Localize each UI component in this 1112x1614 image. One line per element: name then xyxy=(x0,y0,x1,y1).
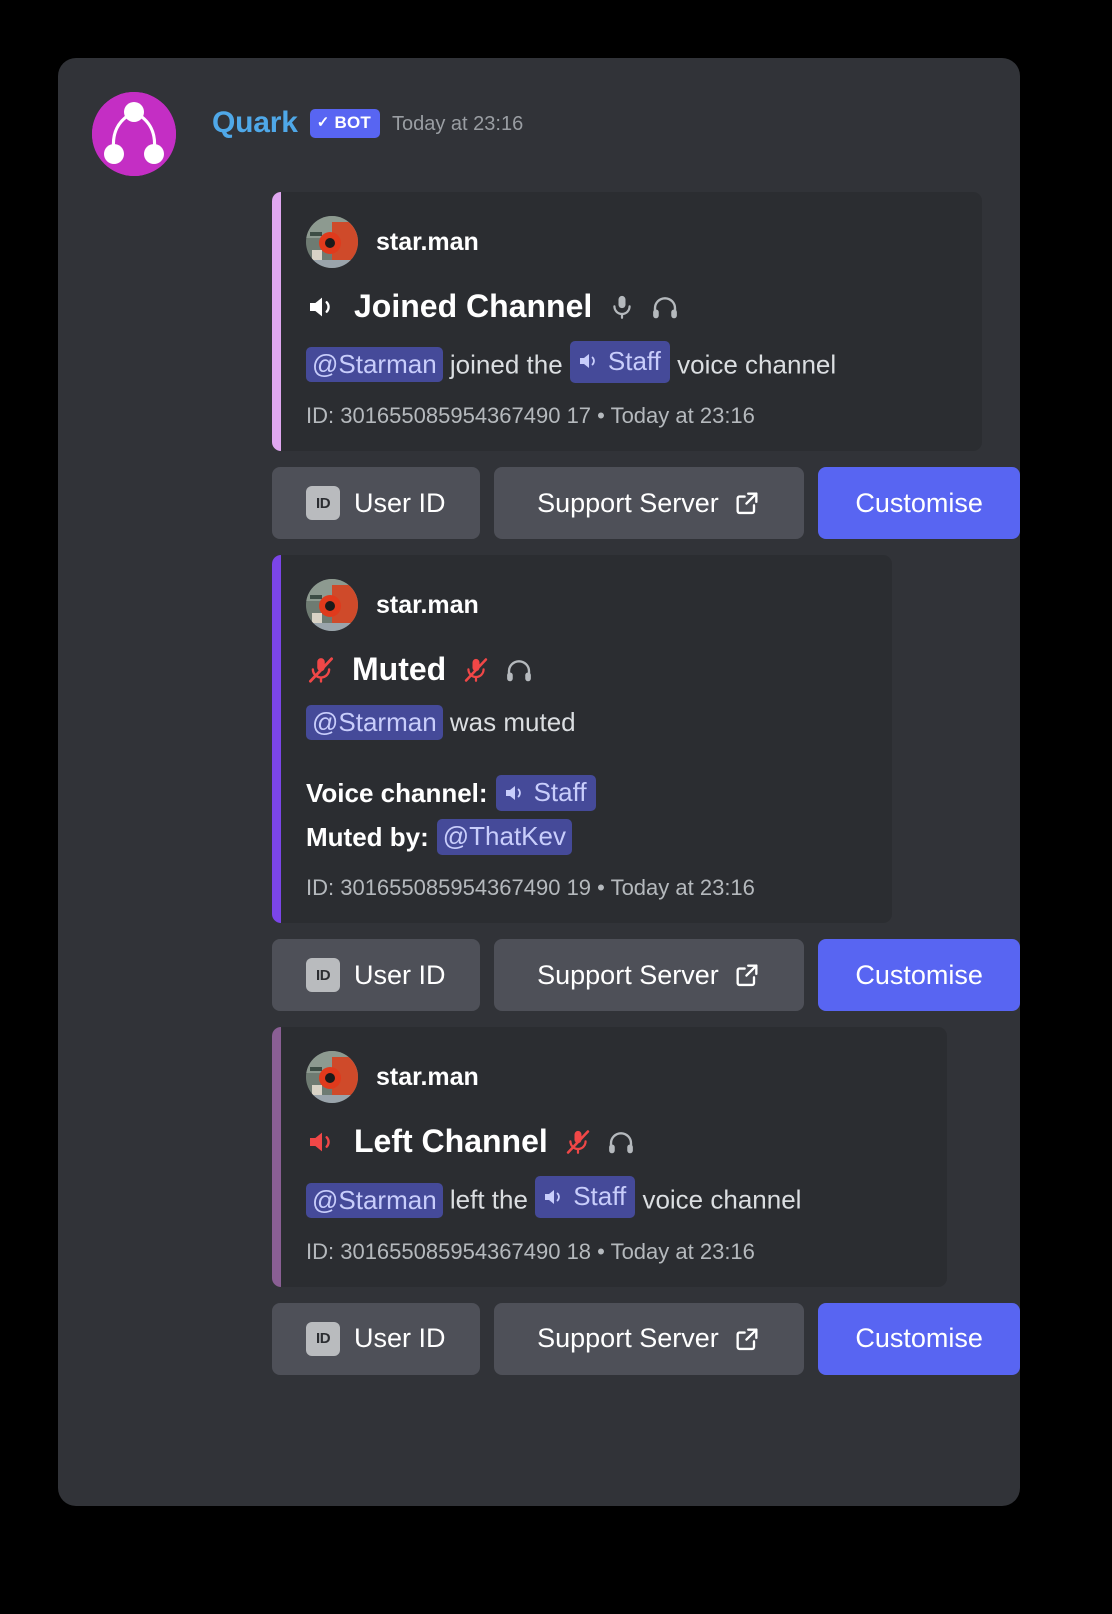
message-header: Quark ✓ BOT Today at 23:16 xyxy=(58,92,1020,176)
user-id-button[interactable]: ID User ID xyxy=(272,1302,480,1375)
speaker-off-icon xyxy=(306,1126,338,1158)
description-tail-text: voice channel xyxy=(642,1184,802,1215)
embed-footer: ID: 301655085954367490 18 • Today at 23:… xyxy=(306,1238,755,1264)
external-link-icon xyxy=(733,961,761,989)
support-server-button-label: Support Server xyxy=(537,959,719,990)
bot-avatar[interactable] xyxy=(92,92,176,176)
support-server-button[interactable]: Support Server xyxy=(493,939,805,1012)
embed-description: @Starman left the Staff voice channel xyxy=(306,1176,921,1219)
embed-description: @Starman joined the Staff voice channel xyxy=(306,341,956,383)
id-badge-icon: ID xyxy=(306,1321,341,1356)
microphone-muted-icon xyxy=(564,1128,592,1156)
embed-footer: ID: 301655085954367490 19 • Today at 23:… xyxy=(306,875,755,901)
id-badge-icon: ID xyxy=(306,958,341,993)
customise-button[interactable]: Customise xyxy=(818,467,1020,540)
customise-button-label: Customise xyxy=(855,1323,983,1354)
user-id-button[interactable]: ID User ID xyxy=(272,939,480,1012)
bot-badge-label: BOT xyxy=(334,112,371,132)
bot-meta: Quark ✓ BOT Today at 23:16 xyxy=(176,92,523,140)
bot-username[interactable]: Quark xyxy=(212,106,298,140)
embed-author-name: star.man xyxy=(376,590,479,619)
action-row-1: ID User ID Support Server Customise xyxy=(58,451,1020,540)
support-server-button[interactable]: Support Server xyxy=(493,467,805,540)
description-middle-text: joined the xyxy=(449,349,563,380)
embed-author-name: star.man xyxy=(376,1062,479,1091)
action-row-2: ID User ID Support Server Customise xyxy=(58,923,1020,1012)
embed-title-text: Joined Channel xyxy=(354,288,593,324)
microphone-muted-icon xyxy=(306,655,336,685)
bot-message: Quark ✓ BOT Today at 23:16 star.man Join… xyxy=(58,58,1020,1375)
user-mention[interactable]: @ThatKev xyxy=(436,819,572,856)
embed-title: Muted xyxy=(306,651,866,688)
embed-author: star.man xyxy=(306,216,956,268)
mech-robot-avatar-icon xyxy=(306,579,358,632)
field-name: Muted by: xyxy=(306,821,429,852)
headphones-icon xyxy=(606,1127,636,1157)
embed-footer: ID: 301655085954367490 17 • Today at 23:… xyxy=(306,403,755,429)
channel-mention[interactable]: Staff xyxy=(569,341,670,383)
channel-mention[interactable]: Staff xyxy=(495,775,596,812)
microphone-muted-icon xyxy=(462,656,490,684)
support-server-button[interactable]: Support Server xyxy=(493,1302,805,1375)
field-name: Voice channel: xyxy=(306,777,488,808)
embed-title-text: Left Channel xyxy=(354,1123,548,1160)
headphones-icon xyxy=(650,292,680,322)
embed-fields: Voice channel: Staff Muted by: @ThatKev xyxy=(306,775,866,856)
embed-container-1: star.man Joined Channel @Starman joined … xyxy=(58,176,1020,452)
mech-robot-avatar-icon xyxy=(306,216,358,268)
voice-channel-icon xyxy=(577,349,601,373)
embed-left-channel: star.man Left Channel @Starman left the … xyxy=(272,1027,947,1287)
user-mention[interactable]: @Starman xyxy=(306,705,443,741)
voice-channel-icon xyxy=(503,781,527,805)
embed-container-3: star.man Left Channel @Starman left the … xyxy=(58,1011,1020,1287)
external-link-icon xyxy=(733,489,761,517)
mech-robot-avatar-icon xyxy=(306,1051,358,1104)
user-mention[interactable]: @Starman xyxy=(306,347,443,383)
microphone-icon xyxy=(608,293,636,321)
embed-title: Joined Channel xyxy=(306,288,956,325)
embed-author-name: star.man xyxy=(376,227,479,256)
message-timestamp: Today at 23:16 xyxy=(391,113,524,135)
support-server-button-label: Support Server xyxy=(537,487,719,518)
quark-particle-logo-icon xyxy=(92,92,176,176)
field-muted-by: Muted by: @ThatKev xyxy=(306,819,866,856)
embed-joined-channel: star.man Joined Channel @Starman joined … xyxy=(272,192,982,452)
embed-author: star.man xyxy=(306,1051,921,1104)
voice-channel-icon xyxy=(542,1185,566,1209)
field-voice-channel: Voice channel: Staff xyxy=(306,775,866,812)
embed-author: star.man xyxy=(306,579,866,632)
support-server-button-label: Support Server xyxy=(537,1323,719,1354)
discord-message-window: Quark ✓ BOT Today at 23:16 star.man Join… xyxy=(58,58,1020,1506)
id-badge-icon: ID xyxy=(306,486,341,521)
customise-button-label: Customise xyxy=(855,959,983,990)
user-id-button-label: User ID xyxy=(354,1323,446,1354)
channel-mention-label: Staff xyxy=(573,1181,627,1212)
speaker-on-icon xyxy=(306,291,338,323)
channel-mention[interactable]: Staff xyxy=(535,1176,636,1219)
user-id-button-label: User ID xyxy=(354,959,446,990)
description-middle-text: left the xyxy=(449,1184,528,1215)
bot-badge: ✓ BOT xyxy=(309,108,380,138)
channel-mention-label: Staff xyxy=(533,777,587,808)
action-row-3: ID User ID Support Server Customise xyxy=(58,1287,1020,1375)
embed-title: Left Channel xyxy=(306,1123,921,1160)
customise-button[interactable]: Customise xyxy=(818,1302,1020,1375)
user-mention[interactable]: @Starman xyxy=(306,1182,443,1218)
external-link-icon xyxy=(733,1325,761,1353)
verified-check-icon: ✓ xyxy=(316,114,330,131)
customise-button-label: Customise xyxy=(855,487,983,518)
user-id-button[interactable]: ID User ID xyxy=(272,467,480,540)
description-middle-text: was muted xyxy=(449,707,576,738)
embed-title-text: Muted xyxy=(352,651,447,688)
embed-container-2: star.man Muted @Starman was muted Voice … xyxy=(58,539,1020,924)
user-id-button-label: User ID xyxy=(354,487,446,518)
embed-muted: star.man Muted @Starman was muted Voice … xyxy=(272,555,892,924)
headphones-icon xyxy=(504,655,534,685)
customise-button[interactable]: Customise xyxy=(818,939,1020,1012)
embed-description: @Starman was muted xyxy=(306,704,866,741)
description-tail-text: voice channel xyxy=(677,349,837,380)
channel-mention-label: Staff xyxy=(607,346,661,376)
